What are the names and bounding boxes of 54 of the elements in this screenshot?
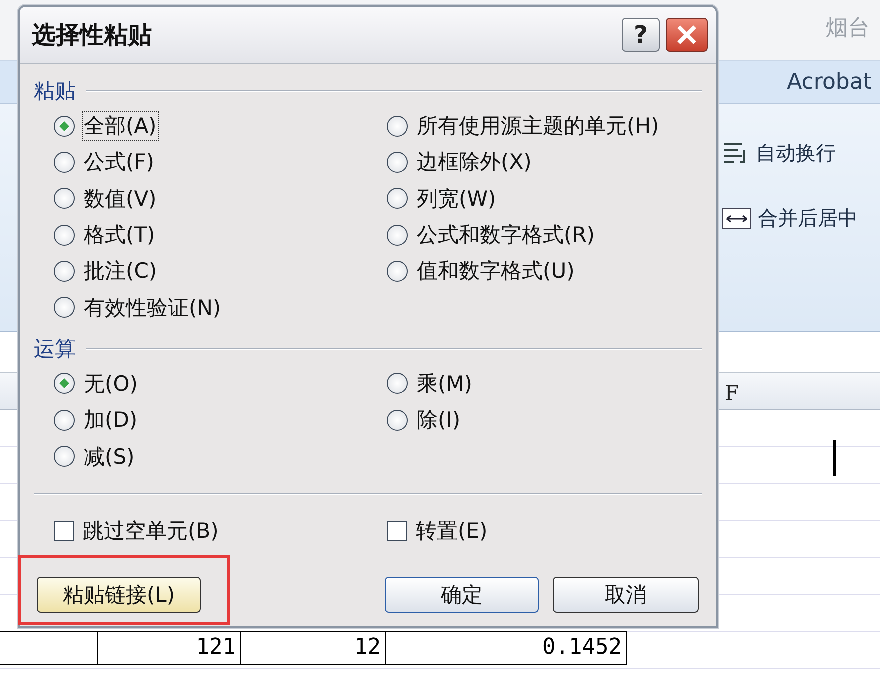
option-label[interactable]: 无(O) (83, 370, 139, 398)
cancel-button[interactable]: 取消 (553, 576, 699, 613)
option-label[interactable]: 数值(V) (83, 184, 158, 213)
dialog-title: 选择性粘贴 (32, 20, 153, 51)
option-label[interactable]: 有效性验证(N) (83, 294, 222, 322)
radio-button[interactable] (54, 188, 75, 210)
table-cell: 12 (240, 632, 385, 664)
checkbox[interactable] (54, 520, 74, 541)
ribbon-tab[interactable]: Acrobat (787, 70, 872, 94)
option-label[interactable]: 列宽(W) (416, 184, 498, 213)
option-label[interactable]: 公式(F) (83, 148, 156, 176)
ribbon-button[interactable]: 合并后居中 (758, 205, 858, 232)
option-label[interactable]: 所有使用源主题的单元(H) (416, 112, 660, 140)
radio-button[interactable] (387, 373, 408, 394)
radio-button[interactable] (54, 152, 75, 173)
option-label[interactable]: 值和数字格式(U) (416, 257, 576, 286)
table-cell: 0.1452 (385, 632, 627, 664)
text-cursor (833, 440, 836, 476)
radio-button[interactable] (54, 224, 75, 246)
checkbox-label[interactable]: 转置(E) (415, 516, 489, 545)
radio-button[interactable] (387, 410, 408, 431)
close-button[interactable] (666, 18, 708, 52)
group-label: 粘贴 (34, 78, 76, 105)
option-label[interactable]: 公式和数字格式(R) (416, 221, 596, 250)
group-label: 运算 (34, 336, 76, 363)
option-label[interactable]: 批注(C) (83, 257, 158, 286)
radio-button[interactable] (54, 297, 75, 318)
radio-button[interactable] (387, 116, 408, 137)
radio-button[interactable] (54, 410, 75, 431)
ribbon-button[interactable]: 自动换行 (756, 140, 836, 167)
ok-button[interactable]: 确定 (385, 576, 539, 613)
paste-link-button[interactable]: 粘贴链接(L) (37, 576, 201, 613)
window-title: 烟台 (826, 14, 870, 42)
radio-button[interactable] (387, 152, 408, 173)
checkbox-label[interactable]: 跳过空单元(B) (82, 516, 220, 545)
radio-button[interactable] (54, 116, 75, 137)
radio-button[interactable] (54, 373, 75, 394)
option-label[interactable]: 边框除外(X) (416, 148, 533, 176)
option-label[interactable]: 除(I) (416, 406, 462, 434)
option-label[interactable]: 乘(M) (416, 370, 474, 398)
radio-button[interactable] (54, 260, 75, 282)
merge-cells-icon (722, 206, 752, 232)
checkbox[interactable] (387, 520, 407, 541)
close-icon (675, 24, 699, 46)
table-cell: 121 (97, 632, 240, 664)
option-label[interactable]: 全部(A) (83, 112, 158, 140)
option-label[interactable]: 加(D) (83, 406, 139, 434)
option-label[interactable]: 减(S) (83, 442, 136, 471)
option-label[interactable]: 格式(T) (83, 221, 156, 250)
radio-button[interactable] (387, 188, 408, 210)
radio-button[interactable] (387, 224, 408, 246)
radio-button[interactable] (387, 260, 408, 282)
help-button[interactable]: ? (622, 18, 660, 52)
radio-button[interactable] (54, 446, 75, 468)
